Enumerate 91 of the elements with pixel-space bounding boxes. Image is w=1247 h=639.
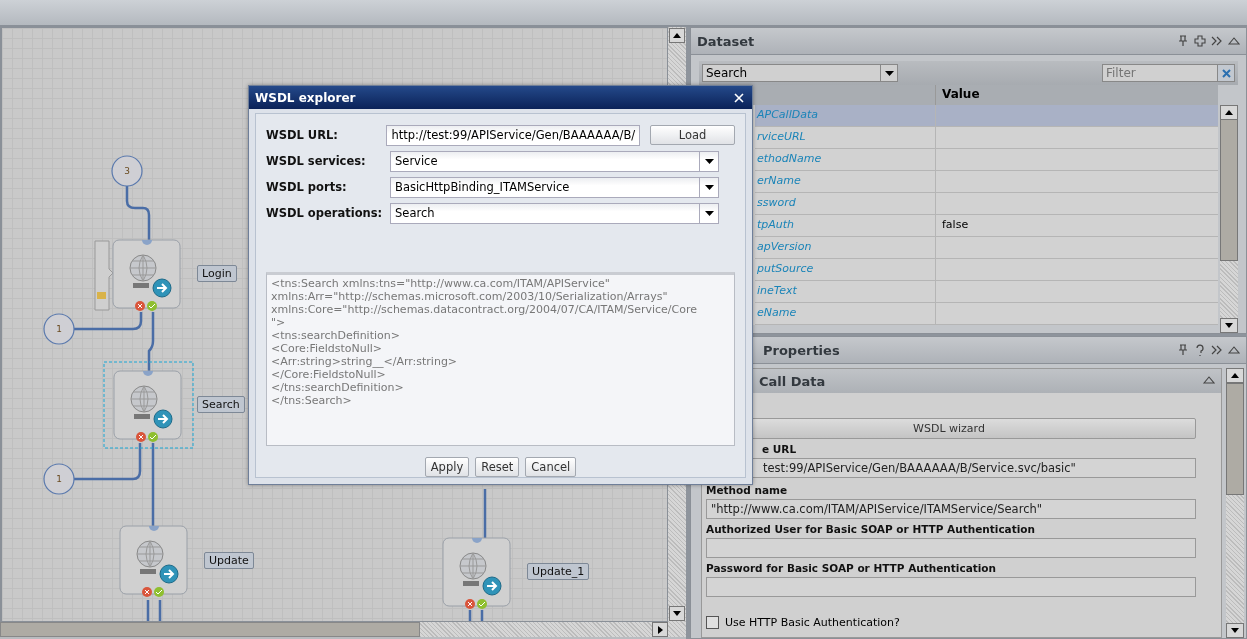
error-port-icon[interactable] bbox=[142, 587, 152, 597]
table-cell: apVersion bbox=[755, 237, 936, 258]
pin-icon[interactable] bbox=[1177, 344, 1189, 356]
service-node[interactable] bbox=[442, 537, 511, 607]
connector bbox=[74, 312, 143, 331]
counter-node[interactable]: 1 bbox=[43, 463, 75, 495]
dialog-button[interactable]: Cancel bbox=[525, 457, 577, 477]
error-port-icon[interactable] bbox=[136, 432, 146, 442]
table-cell: ineText bbox=[755, 281, 936, 302]
success-port-icon[interactable] bbox=[477, 599, 487, 609]
table-cell: rviceURL bbox=[755, 127, 936, 148]
field-label: WSDL operations: bbox=[266, 206, 384, 220]
scroll-thumb[interactable] bbox=[0, 622, 420, 637]
field-label: Authorized User for Basic SOAP or HTTP Authentication bbox=[706, 523, 1037, 537]
connector bbox=[146, 598, 162, 621]
collapse-icon[interactable] bbox=[1228, 35, 1240, 47]
collapse-icon[interactable] bbox=[1228, 344, 1240, 356]
node-label: Search bbox=[197, 396, 245, 413]
scroll-down-button[interactable] bbox=[1226, 623, 1244, 638]
panel-title: Properties bbox=[762, 342, 841, 358]
scroll-down-button[interactable] bbox=[669, 606, 685, 621]
error-port-icon[interactable] bbox=[135, 301, 145, 311]
dialog-button[interactable]: Apply bbox=[424, 457, 470, 477]
caret-up-icon bbox=[1225, 110, 1233, 115]
text-field[interactable] bbox=[706, 538, 1196, 558]
error-port-icon[interactable] bbox=[465, 599, 475, 609]
close-icon[interactable] bbox=[734, 92, 744, 103]
caret-up-icon bbox=[673, 33, 681, 38]
service-node[interactable] bbox=[119, 525, 188, 595]
dropdown[interactable]: BasicHttpBinding_ITAMService bbox=[390, 176, 719, 198]
connector bbox=[74, 443, 142, 481]
connector bbox=[147, 312, 155, 371]
scroll-up-button[interactable] bbox=[1226, 368, 1244, 383]
table-cell: erName bbox=[755, 171, 936, 192]
service-node[interactable] bbox=[103, 361, 194, 449]
clear-icon[interactable] bbox=[1218, 64, 1235, 82]
field-label: Method name bbox=[706, 484, 789, 498]
table-cell: putSource bbox=[755, 259, 936, 280]
dialog-title: WSDL explorer bbox=[255, 90, 356, 105]
field-label: WSDL URL: bbox=[266, 128, 339, 142]
text-field[interactable] bbox=[706, 577, 1196, 597]
double-chevron-icon[interactable] bbox=[1211, 344, 1223, 356]
request-field[interactable]: <tns:Search xmlns:tns="http://www.ca.com/ITAM/APIService" xmlns:Arr="http://schemas.microsoft.com/2003/10/Serialization/Arrays" xmlns:Core="http://schemas.datacontract.org/2004/07/CA/ITAM/Service/Core "> <tns:searchDefinition> <Core:FieldstoNull> <Arr:string>string__</Arr:string> </Core:FieldstoNull> </tns:searchDefinition> </tns:Search> bbox=[266, 272, 735, 446]
success-port-icon[interactable] bbox=[147, 301, 157, 311]
connector bbox=[125, 186, 151, 240]
table-row[interactable]: tpAuth false bbox=[755, 215, 1218, 237]
double-chevron-icon[interactable] bbox=[1211, 35, 1223, 47]
field-label: WSDL ports: bbox=[266, 180, 348, 194]
counter-node[interactable]: 3 bbox=[111, 155, 143, 187]
help-icon[interactable] bbox=[1194, 344, 1206, 356]
text-field[interactable]: "http://www.ca.com/ITAM/APIService/ITAMService/Search" bbox=[706, 499, 1196, 519]
table-cell: ssword bbox=[755, 193, 936, 214]
vertical-scrollbar[interactable] bbox=[1220, 105, 1238, 333]
table-cell: ethodName bbox=[755, 149, 936, 170]
dropdown[interactable]: Service bbox=[390, 150, 719, 172]
dialog-button[interactable]: Reset bbox=[475, 457, 520, 477]
column-header[interactable]: Value bbox=[936, 85, 986, 105]
panel-title: Dataset bbox=[697, 33, 756, 49]
scroll-right-button[interactable] bbox=[652, 622, 668, 637]
checkbox-label: Use HTTP Basic Authentication? bbox=[725, 616, 900, 629]
success-port-icon[interactable] bbox=[154, 587, 164, 597]
filter-field[interactable]: Filter bbox=[1102, 64, 1218, 82]
plus-icon[interactable] bbox=[1194, 35, 1206, 47]
dataset-dropdown[interactable]: Search bbox=[702, 64, 898, 82]
url-field[interactable]: http://test:99/APIService/Gen/BAAAAAA/B/ bbox=[386, 124, 641, 146]
table-cell: tpAuth bbox=[755, 215, 936, 236]
horizontal-scrollbar[interactable] bbox=[0, 622, 686, 637]
table-cell: APCallData bbox=[755, 105, 936, 126]
counter-node[interactable]: 1 bbox=[43, 313, 75, 345]
scroll-down-button[interactable] bbox=[1220, 318, 1238, 333]
caret-right-icon bbox=[657, 625, 663, 634]
load-button[interactable]: Load bbox=[650, 125, 735, 145]
pin-icon[interactable] bbox=[1177, 35, 1189, 47]
success-port-icon[interactable] bbox=[148, 432, 158, 442]
node-label: Login bbox=[197, 265, 237, 282]
vertical-scrollbar[interactable] bbox=[1226, 368, 1244, 638]
scroll-up-button[interactable] bbox=[669, 28, 685, 43]
checkbox[interactable] bbox=[706, 616, 719, 629]
field-label: Password for Basic SOAP or HTTP Authentication bbox=[706, 562, 998, 576]
connector bbox=[483, 489, 487, 538]
table-cell: eName bbox=[755, 303, 936, 324]
caret-up-icon bbox=[1231, 373, 1239, 378]
scroll-thumb[interactable] bbox=[1226, 383, 1244, 495]
node-label: Update_1 bbox=[527, 563, 590, 580]
dropdown[interactable]: Search bbox=[390, 202, 719, 224]
table-cell-text: false bbox=[941, 217, 970, 233]
scroll-thumb[interactable] bbox=[1220, 119, 1238, 261]
field-label: e URL bbox=[761, 443, 798, 457]
field-label: WSDL services: bbox=[266, 154, 367, 168]
service-node[interactable] bbox=[94, 239, 181, 311]
node-label: Update bbox=[204, 552, 254, 569]
